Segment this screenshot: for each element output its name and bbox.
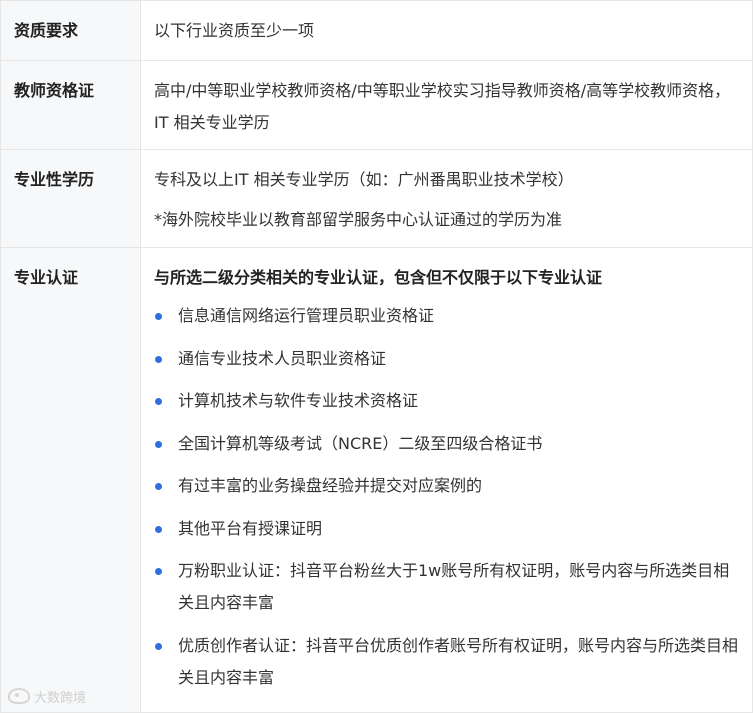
row-text: 高中/中等职业学校教师资格/中等职业学校实习指导教师资格/高等学校教师资格，IT… [154, 81, 731, 132]
watermark: 大数跨境 [8, 681, 86, 711]
list-item-text: 万粉职业认证：抖音平台粉丝大于1w账号所有权证明，账号内容与所选类目相关且内容丰… [178, 561, 730, 612]
cert-list: 信息通信网络运行管理员职业资格证 通信专业技术人员职业资格证 计算机技术与软件专… [154, 300, 738, 694]
list-item-text: 其他平台有授课证明 [178, 518, 323, 538]
bullet-icon [155, 355, 162, 363]
row-text: 以下行业资质至少一项 [154, 21, 315, 40]
row-label: 专业性学历 [0, 149, 141, 248]
list-item: 有过丰富的业务操盘经验并提交对应案例的 [154, 470, 738, 502]
list-item: 通信专业技术人员职业资格证 [154, 343, 738, 375]
list-item-text: 计算机技术与软件专业技术资格证 [178, 391, 419, 410]
row-text: 专科及以上IT 相关专业学历（如：广州番禺职业技术学校） [154, 170, 574, 189]
bullet-icon [155, 398, 162, 405]
list-item: 信息通信网络运行管理员职业资格证 [154, 300, 738, 332]
list-item: 其他平台有授课证明 [154, 513, 738, 545]
row-label: 专业认证 [0, 247, 141, 713]
bullet-icon [155, 440, 162, 448]
bullet-icon [155, 313, 162, 320]
list-item-text: 有过丰富的业务操盘经验并提交对应案例的 [178, 476, 483, 495]
row-value: 高中/中等职业学校教师资格/中等职业学校实习指导教师资格/高等学校教师资格，IT… [140, 60, 753, 150]
bullet-icon [155, 568, 162, 575]
table-row: 资质要求 以下行业资质至少一项 [0, 0, 753, 61]
row-heading: 与所选二级分类相关的专业认证，包含但不仅限于以下专业认证 [154, 268, 603, 287]
bullet-icon [155, 525, 162, 533]
list-item-text: 全国计算机等级考试（NCRE）二级至四级合格证书 [178, 433, 543, 453]
bullet-icon [155, 642, 162, 650]
brand-logo-icon [8, 688, 30, 704]
row-note: *海外院校毕业以教育部留学服务中心认证通过的学历为准 [154, 210, 563, 229]
list-item-text: 优质创作者认证：抖音平台优质创作者账号所有权证明，账号内容与所选类目相关且内容丰… [178, 635, 739, 687]
qualification-table: 资质要求 以下行业资质至少一项 教师资格证 高中/中等职业学校教师资格/中等职业… [0, 0, 753, 713]
table-row: 教师资格证 高中/中等职业学校教师资格/中等职业学校实习指导教师资格/高等学校教… [0, 60, 753, 150]
list-item-text: 通信专业技术人员职业资格证 [178, 348, 387, 368]
row-label: 资质要求 [0, 0, 141, 61]
table-row: 专业性学历 专科及以上IT 相关专业学历（如：广州番禺职业技术学校） *海外院校… [0, 149, 753, 248]
list-item: 万粉职业认证：抖音平台粉丝大于1w账号所有权证明，账号内容与所选类目相关且内容丰… [154, 555, 738, 619]
row-value: 专科及以上IT 相关专业学历（如：广州番禺职业技术学校） *海外院校毕业以教育部… [140, 149, 753, 248]
list-item: 全国计算机等级考试（NCRE）二级至四级合格证书 [154, 428, 738, 460]
watermark-text: 大数跨境 [34, 690, 87, 706]
list-item: 计算机技术与软件专业技术资格证 [154, 385, 738, 417]
table-row: 专业认证 与所选二级分类相关的专业认证，包含但不仅限于以下专业认证 信息通信网络… [0, 247, 753, 713]
row-label: 教师资格证 [0, 60, 141, 150]
row-value: 与所选二级分类相关的专业认证，包含但不仅限于以下专业认证 信息通信网络运行管理员… [140, 247, 753, 713]
bullet-icon [155, 483, 162, 490]
row-value: 以下行业资质至少一项 [140, 0, 753, 61]
list-item: 优质创作者认证：抖音平台优质创作者账号所有权证明，账号内容与所选类目相关且内容丰… [154, 630, 738, 694]
list-item-text: 信息通信网络运行管理员职业资格证 [178, 306, 435, 325]
